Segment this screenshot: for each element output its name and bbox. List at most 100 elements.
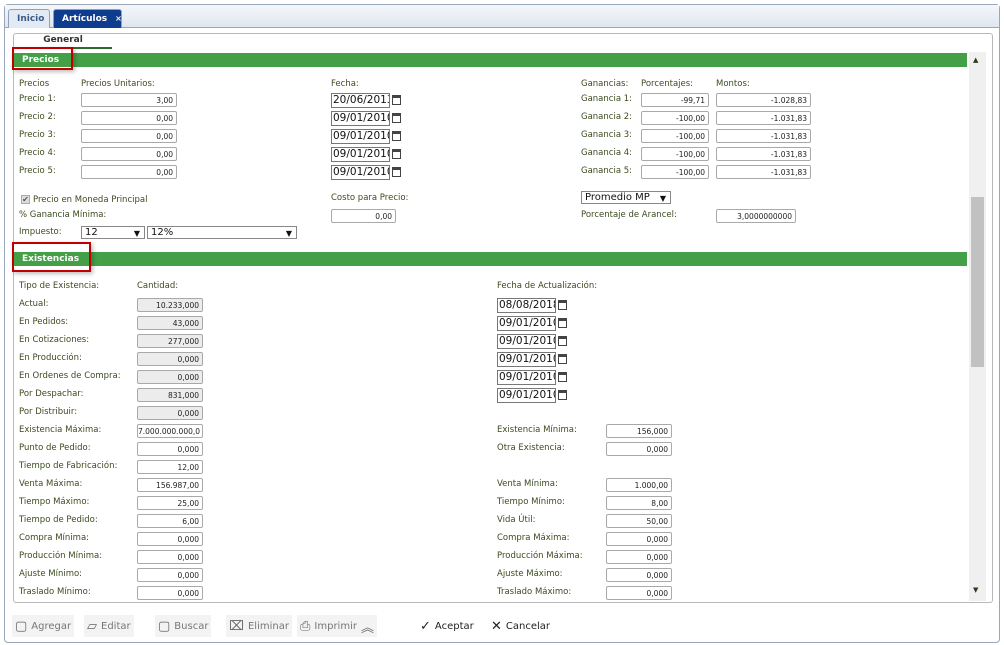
calendar-icon[interactable] bbox=[558, 336, 567, 346]
field-label: Ganancia 4: bbox=[581, 148, 632, 158]
quantity-input[interactable]: 277,000 bbox=[137, 334, 203, 348]
quantity-input[interactable]: 0,000 bbox=[137, 532, 203, 546]
quantity-input[interactable]: 156,000 bbox=[606, 424, 672, 438]
calendar-icon[interactable] bbox=[558, 390, 567, 400]
field-label: Precio 5: bbox=[19, 166, 56, 176]
column-header: Montos: bbox=[716, 79, 750, 89]
price-input[interactable]: 0,00 bbox=[81, 165, 177, 179]
editar-button[interactable]: ▱ Editar bbox=[84, 615, 134, 637]
price-input[interactable]: 0,00 bbox=[81, 147, 177, 161]
calendar-icon[interactable] bbox=[558, 318, 567, 328]
quantity-input[interactable]: 12,00 bbox=[137, 460, 203, 474]
date-input[interactable]: 09/01/2010 bbox=[331, 147, 390, 162]
buscar-button[interactable]: ▢ Buscar bbox=[155, 615, 212, 637]
aceptar-button[interactable]: ✓ Aceptar bbox=[417, 615, 477, 637]
date-input[interactable]: 09/01/2010 bbox=[497, 388, 556, 403]
calendar-icon[interactable] bbox=[558, 372, 567, 382]
arancel-input[interactable]: 3,0000000000 bbox=[716, 209, 796, 223]
costo-select[interactable]: Promedio MP ▼ bbox=[581, 191, 671, 204]
field-label: Tiempo de Pedido: bbox=[19, 515, 98, 525]
tab-label: Inicio bbox=[17, 14, 45, 24]
quantity-input[interactable]: 0,000 bbox=[137, 442, 203, 456]
imprimir-button[interactable]: ⎙ Imprimir ︽ bbox=[297, 615, 377, 637]
button-label: Cancelar bbox=[505, 620, 551, 632]
date-input[interactable]: 09/01/2010 bbox=[331, 111, 390, 126]
date-input[interactable]: 08/08/2018 bbox=[497, 298, 556, 313]
quantity-input[interactable]: 0,000 bbox=[606, 442, 672, 456]
field-label: Venta Mínima: bbox=[497, 479, 558, 489]
scrollbar-thumb[interactable] bbox=[971, 197, 984, 367]
close-icon[interactable]: × bbox=[115, 14, 122, 23]
date-input[interactable]: 09/01/2010 bbox=[331, 165, 390, 180]
quantity-input[interactable]: 156.987,00 bbox=[137, 478, 203, 492]
check-icon: ✓ bbox=[420, 618, 431, 634]
price-input[interactable]: 0,00 bbox=[81, 111, 177, 125]
date-input[interactable]: 09/01/2010 bbox=[497, 352, 556, 367]
eliminar-button[interactable]: ⌧ Eliminar bbox=[226, 615, 292, 637]
tab-articulos[interactable]: Artículos × bbox=[53, 9, 122, 28]
quantity-input[interactable]: 1.000,00 bbox=[606, 478, 672, 492]
date-input[interactable]: 09/01/2010 bbox=[331, 129, 390, 144]
date-input[interactable]: 09/01/2010 bbox=[497, 370, 556, 385]
field-label: Producción Mínima: bbox=[19, 551, 103, 561]
calendar-icon[interactable] bbox=[392, 113, 401, 123]
calendar-icon[interactable] bbox=[392, 149, 401, 159]
tab-inicio[interactable]: Inicio bbox=[8, 9, 50, 28]
quantity-input[interactable]: 8,00 bbox=[606, 496, 672, 510]
agregar-button[interactable]: ▢ Agregar bbox=[12, 615, 75, 637]
quantity-input[interactable]: 0,000 bbox=[137, 352, 203, 366]
field-label: Vida Útil: bbox=[497, 515, 536, 525]
quantity-input[interactable]: 0,000 bbox=[137, 568, 203, 582]
impuesto-pct-select[interactable]: 12% ▼ bbox=[147, 226, 297, 239]
quantity-input[interactable]: 0,000 bbox=[137, 550, 203, 564]
calendar-icon[interactable] bbox=[558, 300, 567, 310]
quantity-input[interactable]: 50,00 bbox=[606, 514, 672, 528]
quantity-input[interactable]: 0,000 bbox=[606, 550, 672, 564]
calendar-icon[interactable] bbox=[392, 167, 401, 177]
calendar-icon[interactable] bbox=[558, 354, 567, 364]
impuesto-code-select[interactable]: 12 ▼ bbox=[81, 226, 145, 239]
quantity-input[interactable]: 0,000 bbox=[137, 370, 203, 384]
scroll-down-icon[interactable]: ▼ bbox=[973, 586, 978, 594]
button-label: Eliminar bbox=[247, 620, 289, 632]
quantity-input[interactable]: 10.233,000 bbox=[137, 298, 203, 312]
price-input[interactable]: 0,00 bbox=[81, 129, 177, 143]
amount-input[interactable]: -1.031,83 bbox=[716, 129, 811, 143]
price-input[interactable]: 3,00 bbox=[81, 93, 177, 107]
percent-input[interactable]: -100,00 bbox=[641, 129, 709, 143]
add-doc-icon: ▢ bbox=[15, 618, 28, 634]
quantity-input[interactable]: 0,000 bbox=[137, 586, 203, 600]
quantity-input[interactable]: 0,000 bbox=[137, 406, 203, 420]
quantity-input[interactable]: 25,00 bbox=[137, 496, 203, 510]
amount-input[interactable]: -1.028,83 bbox=[716, 93, 811, 107]
percent-input[interactable]: -100,00 bbox=[641, 147, 709, 161]
field-label: Otra Existencia: bbox=[497, 443, 565, 453]
quantity-input[interactable]: 43,000 bbox=[137, 316, 203, 330]
scroll-up-icon[interactable]: ▲ bbox=[973, 56, 978, 64]
cancelar-button[interactable]: ✕ Cancelar bbox=[488, 615, 553, 637]
date-input[interactable]: 09/01/2010 bbox=[497, 334, 556, 349]
costo-input[interactable]: 0,00 bbox=[331, 209, 396, 223]
quantity-input[interactable]: 831,000 bbox=[137, 388, 203, 402]
calendar-icon[interactable] bbox=[392, 131, 401, 141]
percent-input[interactable]: -99,71 bbox=[641, 93, 709, 107]
date-input[interactable]: 20/06/2013 bbox=[331, 93, 390, 108]
percent-input[interactable]: -100,00 bbox=[641, 111, 709, 125]
field-label: Ganancia 5: bbox=[581, 166, 632, 176]
amount-input[interactable]: -1.031,83 bbox=[716, 165, 811, 179]
quantity-input[interactable]: 6,00 bbox=[137, 514, 203, 528]
chevron-double-up-icon[interactable]: ︽ bbox=[361, 617, 374, 636]
quantity-input[interactable]: 0,000 bbox=[606, 532, 672, 546]
quantity-input[interactable]: 0,000 bbox=[606, 586, 672, 600]
column-header: Fecha de Actualización: bbox=[497, 281, 598, 291]
quantity-input[interactable]: 0,000 bbox=[606, 568, 672, 582]
amount-input[interactable]: -1.031,83 bbox=[716, 111, 811, 125]
date-input[interactable]: 09/01/2010 bbox=[497, 316, 556, 331]
calendar-icon[interactable] bbox=[392, 95, 401, 105]
amount-input[interactable]: -1.031,83 bbox=[716, 147, 811, 161]
edit-doc-icon: ▱ bbox=[87, 618, 97, 634]
percent-input[interactable]: -100,00 bbox=[641, 165, 709, 179]
field-label: Precio 2: bbox=[19, 112, 56, 122]
quantity-input[interactable]: 7.000.000.000,0 bbox=[137, 424, 203, 438]
checkbox-moneda-principal[interactable]: ✔ bbox=[21, 195, 30, 204]
